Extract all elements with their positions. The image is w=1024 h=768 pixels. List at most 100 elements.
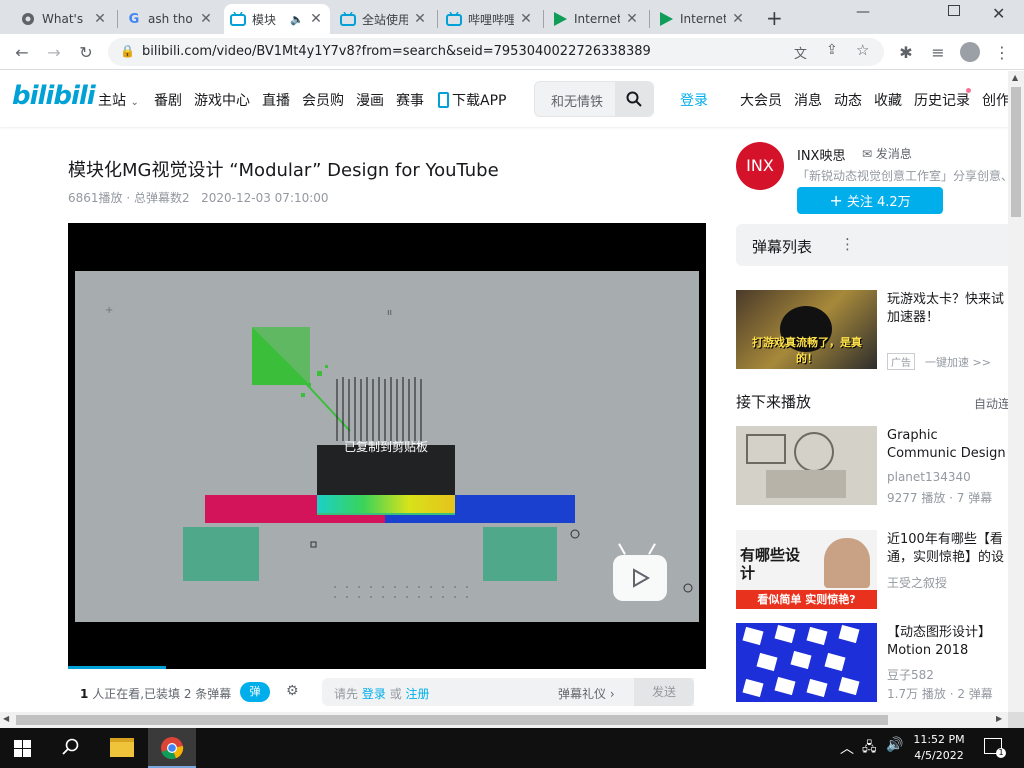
forward-icon[interactable]: → <box>44 42 64 62</box>
nav-game-center[interactable]: 游戏中心 <box>194 90 250 110</box>
up-next-item-title[interactable]: 【动态图形设计】Motion 2018 <box>887 624 1008 660</box>
nav-messages[interactable]: 消息 <box>794 90 822 110</box>
search-input[interactable]: 和无情铁 <box>551 91 611 110</box>
ad-cta[interactable]: 一键加速 >> <box>925 354 991 370</box>
up-next-item-author[interactable]: 王受之叙授 <box>887 574 947 591</box>
notification-badge: 1 <box>996 748 1006 758</box>
clock[interactable]: 11:52 PM 4/5/2022 <box>908 732 970 764</box>
close-window-button[interactable]: ✕ <box>992 4 1005 23</box>
menu-kebab-icon[interactable]: ⋮ <box>992 42 1012 62</box>
chevron-down-icon: ⌄ <box>130 97 139 108</box>
share-icon[interactable]: ⇪ <box>826 42 838 58</box>
scroll-left-arrow[interactable]: ◀ <box>3 714 9 723</box>
scroll-right-arrow[interactable]: ▶ <box>996 714 1002 723</box>
horizontal-scrollbar[interactable]: ◀ ▶ <box>0 712 1008 728</box>
ad-title[interactable]: 玩游戏太卡？快来试加速器！ <box>887 291 1008 327</box>
up-next-item-title[interactable]: 近100年有哪些【看通，实则惊艳】的设 <box>887 531 1008 567</box>
maximize-button[interactable] <box>948 5 960 16</box>
back-icon[interactable]: ← <box>12 42 32 62</box>
search-icon[interactable] <box>615 82 653 116</box>
danmaku-toggle[interactable]: 弹 <box>240 682 270 702</box>
ad-badge: 广告 <box>887 353 915 370</box>
thumb-banner: 看似简单 实则惊艳? <box>736 590 877 609</box>
progress-bar[interactable] <box>68 666 166 669</box>
nav-shop[interactable]: 会员购 <box>302 90 344 110</box>
close-tab-icon[interactable]: ✕ <box>412 11 428 27</box>
scroll-thumb[interactable] <box>1011 87 1021 217</box>
more-icon[interactable]: ⋮ <box>840 235 855 253</box>
close-tab-icon[interactable]: ✕ <box>198 11 214 27</box>
audio-playing-icon[interactable]: 🔈 <box>290 13 304 26</box>
close-tab-icon[interactable]: ✕ <box>624 11 640 27</box>
windows-start-icon[interactable] <box>14 740 31 761</box>
volume-icon[interactable]: 🔊 <box>886 737 903 753</box>
video-thumbnail[interactable] <box>736 426 877 505</box>
extensions-icon[interactable]: ✱ <box>896 42 916 62</box>
nav-esports[interactable]: 赛事 <box>396 90 424 110</box>
close-tab-icon[interactable]: ✕ <box>308 11 324 27</box>
uploader-avatar[interactable]: INX <box>736 142 784 190</box>
nav-download-app[interactable]: 下载APP <box>438 90 506 110</box>
send-message-link[interactable]: ✉ 发消息 <box>862 145 912 162</box>
bilibili-logo[interactable]: bilibili <box>12 81 96 111</box>
chrome-taskbar-button[interactable] <box>148 728 196 768</box>
danmaku-list-panel[interactable]: 弹幕列表 ⋮ <box>736 224 1008 266</box>
tab-bili-3[interactable]: 哔哩哔哩 ✕ <box>440 4 540 34</box>
close-tab-icon[interactable]: ✕ <box>518 11 534 27</box>
search-box[interactable]: 和无情铁 <box>534 81 654 117</box>
nav-creator[interactable]: 创作 <box>982 90 1010 110</box>
new-tab-button[interactable]: + <box>766 6 783 30</box>
chrome-icon <box>161 737 184 760</box>
nav-main[interactable]: 主站 ⌄ <box>98 90 139 110</box>
autoplay-label[interactable]: 自动连 <box>974 395 1008 412</box>
close-tab-icon[interactable]: ✕ <box>730 11 746 27</box>
register-link[interactable]: 注册 <box>406 687 430 701</box>
media-queue-icon[interactable]: ≡ <box>928 42 948 62</box>
send-button[interactable]: 发送 <box>634 678 694 706</box>
bookmark-star-icon[interactable]: ☆ <box>856 41 869 59</box>
nav-dynamics[interactable]: 动态 <box>834 90 862 110</box>
translate-icon[interactable]: 文 <box>794 43 807 62</box>
search-icon[interactable] <box>62 738 80 760</box>
video-thumbnail[interactable]: 有哪些设计 看似简单 实则惊艳? <box>736 530 877 609</box>
up-next-item-author[interactable]: planet134340 <box>887 470 971 484</box>
nav-favorites[interactable]: 收藏 <box>874 90 902 110</box>
scroll-thumb[interactable] <box>16 715 888 725</box>
nav-live[interactable]: 直播 <box>262 90 290 110</box>
vertical-scrollbar[interactable]: ▲ <box>1008 71 1024 712</box>
file-explorer-icon[interactable] <box>110 738 134 757</box>
tab-google[interactable]: G ash tho ✕ <box>120 4 220 34</box>
login-link[interactable]: 登录 <box>362 687 386 701</box>
tab-internet-1[interactable]: Internet ✕ <box>546 4 646 34</box>
profile-avatar[interactable] <box>960 42 980 62</box>
address-url[interactable]: bilibili.com/video/BV1Mt4y1Y7v8?from=sea… <box>142 44 651 59</box>
nav-vip[interactable]: 大会员 <box>740 90 782 110</box>
ad-thumbnail[interactable]: 打游戏真流畅了，是真的！ <box>736 290 877 369</box>
login-link[interactable]: 登录 <box>680 90 708 110</box>
video-thumbnail[interactable] <box>736 623 877 702</box>
minimize-button[interactable]: — <box>856 4 870 20</box>
play-button[interactable] <box>613 555 667 601</box>
up-next-item-title[interactable]: Graphic Communic Design <box>887 427 1008 463</box>
lock-icon[interactable]: 🔒 <box>120 44 135 58</box>
prompt-or: 或 <box>389 687 402 701</box>
follow-button[interactable]: + 关注 4.2万 <box>797 187 943 214</box>
tab-current-video[interactable]: 模块 🔈 ✕ <box>224 4 330 34</box>
nav-history[interactable]: 历史记录 <box>914 90 970 110</box>
video-frame[interactable]: + ıı 已复制到剪贴板 <box>75 271 699 622</box>
show-hidden-icons[interactable]: ︿ <box>840 738 854 758</box>
reload-icon[interactable]: ↻ <box>76 42 96 62</box>
nav-manga[interactable]: 漫画 <box>356 90 384 110</box>
scroll-up-arrow[interactable]: ▲ <box>1012 73 1018 82</box>
network-icon[interactable]: 🖧 <box>862 738 877 760</box>
danmaku-settings-icon[interactable]: ⚙ <box>286 683 299 699</box>
tab-whats[interactable]: What's ✕ <box>14 4 114 34</box>
tab-bili-2[interactable]: 全站使用 ✕ <box>334 4 434 34</box>
up-next-item-author[interactable]: 豆子582 <box>887 666 934 683</box>
close-tab-icon[interactable]: ✕ <box>92 11 108 27</box>
nav-anime[interactable]: 番剧 <box>154 90 182 110</box>
address-bar[interactable]: 🔒 bilibili.com/video/BV1Mt4y1Y7v8?from=s… <box>108 38 884 66</box>
danmaku-etiquette-link[interactable]: 弹幕礼仪 › <box>558 685 615 702</box>
uploader-name[interactable]: INX映思 <box>797 145 845 164</box>
tab-internet-2[interactable]: Internet ✕ <box>652 4 752 34</box>
